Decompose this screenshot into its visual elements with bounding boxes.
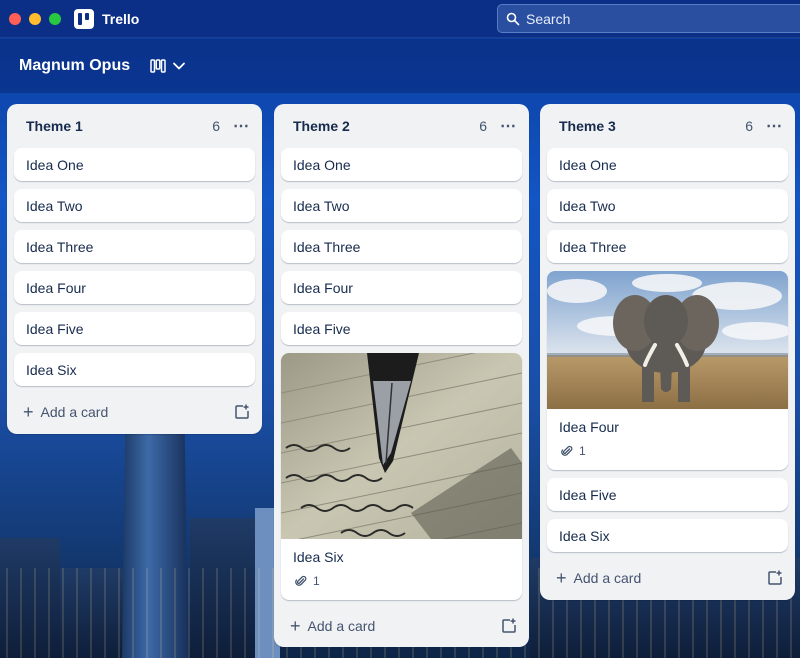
board-title[interactable]: Magnum Opus: [19, 57, 130, 75]
card[interactable]: Idea Three: [14, 230, 255, 263]
create-from-template-icon[interactable]: [234, 404, 250, 420]
search-input[interactable]: [526, 10, 786, 27]
list-title[interactable]: Theme 2: [293, 118, 479, 134]
card-title: Idea Two: [293, 198, 350, 214]
card[interactable]: Idea One: [281, 148, 522, 181]
list-title[interactable]: Theme 1: [26, 118, 212, 134]
close-window-button[interactable]: [9, 12, 21, 25]
card[interactable]: Idea Two: [14, 189, 255, 222]
card-title: Idea Four: [559, 419, 619, 435]
add-card-label: Add a card: [307, 618, 376, 634]
list-card-count: 6: [479, 118, 487, 134]
card-title: Idea Three: [559, 239, 627, 255]
app-logo[interactable]: Trello: [74, 8, 140, 29]
elephant-cover-image: [547, 271, 788, 409]
card-title: Idea Four: [26, 280, 86, 296]
card-title: Idea Five: [26, 321, 84, 337]
add-card-button[interactable]: + Add a card: [23, 403, 234, 421]
card-title: Idea Six: [26, 362, 77, 378]
card[interactable]: Idea Five: [281, 312, 522, 345]
card[interactable]: Idea Five: [14, 312, 255, 345]
paperclip-icon: [561, 445, 573, 456]
card-title: Idea Three: [26, 239, 94, 255]
create-from-template-icon[interactable]: [767, 570, 783, 586]
card[interactable]: Idea Four: [14, 271, 255, 304]
card-title: Idea One: [293, 157, 351, 173]
fountain-pen-cover-image: [281, 353, 522, 539]
card-title: Idea One: [559, 157, 617, 173]
board-view-icon: [150, 59, 166, 73]
plus-icon: +: [556, 568, 567, 588]
create-from-template-icon[interactable]: [501, 618, 517, 634]
chevron-down-icon: [173, 62, 186, 70]
search-box[interactable]: [497, 4, 800, 33]
list-card-count: 6: [212, 118, 220, 134]
card[interactable]: Idea Five: [547, 478, 788, 511]
list-card-count: 6: [745, 118, 753, 134]
attachment-badge: 1: [547, 444, 788, 470]
card[interactable]: Idea One: [547, 148, 788, 181]
paperclip-icon: [295, 575, 307, 586]
add-card-label: Add a card: [573, 570, 642, 586]
card[interactable]: Idea Two: [547, 189, 788, 222]
card[interactable]: Idea Three: [547, 230, 788, 263]
more-options-icon[interactable]: ⋯: [233, 116, 250, 136]
card-title: Idea Six: [559, 528, 610, 544]
attachment-count: 1: [579, 444, 586, 458]
list-theme-2: Theme 2 6 ⋯ Idea One Idea Two Idea Three…: [274, 104, 529, 647]
add-card-button[interactable]: + Add a card: [290, 617, 501, 635]
board-header: Magnum Opus: [0, 39, 800, 93]
add-card-button[interactable]: + Add a card: [556, 569, 767, 587]
plus-icon: +: [23, 402, 34, 422]
card-title: Idea One: [26, 157, 84, 173]
list-theme-1: Theme 1 6 ⋯ Idea One Idea Two Idea Three…: [7, 104, 262, 434]
attachment-count: 1: [313, 574, 320, 588]
card-with-cover[interactable]: Idea Four 1: [547, 271, 788, 470]
card-title: Idea Three: [293, 239, 361, 255]
card[interactable]: Idea Six: [14, 353, 255, 386]
card-title: Idea Six: [293, 549, 344, 565]
card[interactable]: Idea Two: [281, 189, 522, 222]
add-card-label: Add a card: [40, 404, 109, 420]
card-title: Idea Five: [559, 487, 617, 503]
app-name: Trello: [102, 10, 140, 27]
card[interactable]: Idea One: [14, 148, 255, 181]
zoom-window-button[interactable]: [49, 12, 61, 25]
attachment-badge: 1: [281, 574, 522, 600]
board-view-switcher[interactable]: [150, 59, 186, 73]
card[interactable]: Idea Six: [547, 519, 788, 552]
more-options-icon[interactable]: ⋯: [766, 116, 783, 136]
card-title: Idea Five: [293, 321, 351, 337]
card[interactable]: Idea Three: [281, 230, 522, 263]
title-bar: Trello: [0, 0, 800, 38]
list-theme-3: Theme 3 6 ⋯ Idea One Idea Two Idea Three: [540, 104, 795, 600]
more-options-icon[interactable]: ⋯: [500, 116, 517, 136]
card-title: Idea Two: [559, 198, 616, 214]
card[interactable]: Idea Four: [281, 271, 522, 304]
plus-icon: +: [290, 616, 301, 636]
trello-logo-icon: [74, 8, 94, 29]
minimize-window-button[interactable]: [29, 12, 41, 25]
card-title: Idea Four: [293, 280, 353, 296]
search-icon: [506, 12, 520, 25]
list-title[interactable]: Theme 3: [559, 118, 745, 134]
card-with-cover[interactable]: Idea Six 1: [281, 353, 522, 600]
card-title: Idea Two: [26, 198, 83, 214]
